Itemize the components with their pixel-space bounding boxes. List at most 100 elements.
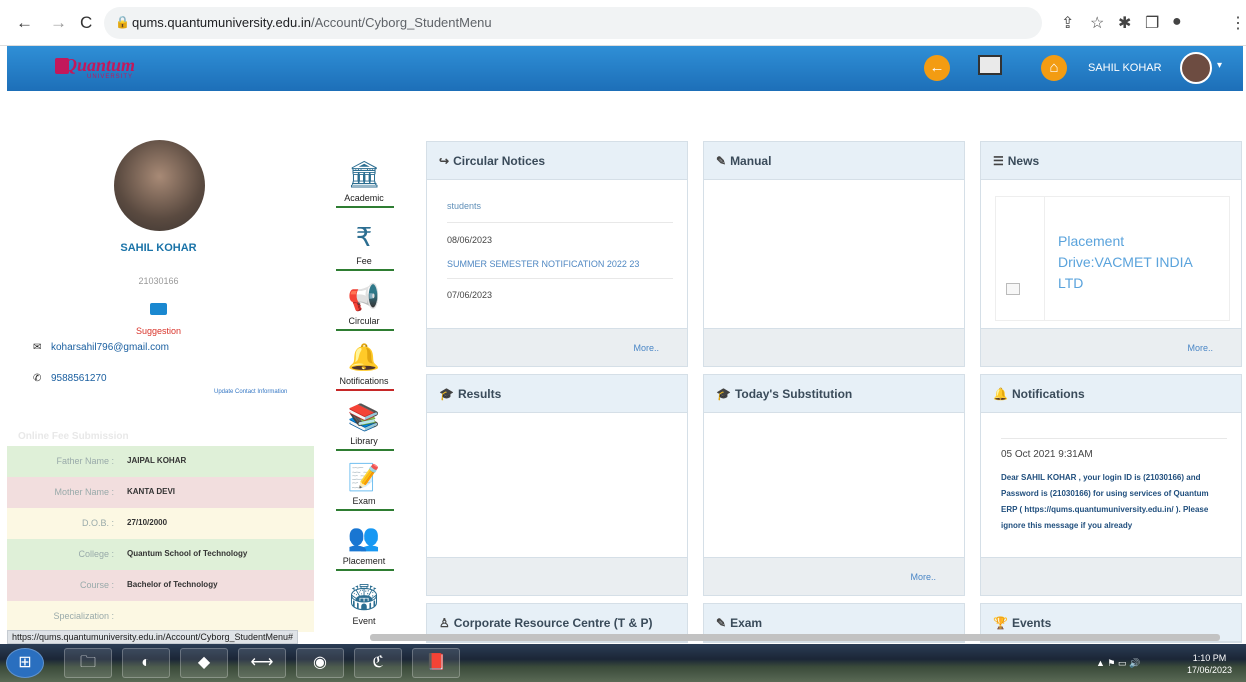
back-circle-icon[interactable]: ← — [924, 55, 950, 81]
panel-title: Events — [1011, 616, 1052, 630]
circular-date: 08/06/2023 — [447, 235, 493, 245]
browser-toolbar: ← → C 🔒 qums.quantumuniversity.edu.in/Ac… — [0, 0, 1246, 46]
contact-email: ✉ koharsahil796@gmail.com — [33, 342, 169, 353]
more-link[interactable]: More.. — [910, 572, 936, 582]
profile-photo — [114, 140, 205, 231]
panel-footer: More.. — [981, 328, 1241, 366]
trophy-icon: 🏆 — [993, 616, 1008, 630]
menu-exam[interactable]: 📝 Exam — [336, 460, 394, 511]
header-username[interactable]: SAHIL KOHAR — [1088, 62, 1162, 74]
results-panel: 🎓 Results — [426, 374, 688, 596]
profile-row: Specialization : — [7, 601, 314, 632]
panel-title: Corporate Resource Centre (T & P) — [453, 616, 653, 630]
panel-footer: More.. — [427, 328, 687, 366]
phone-value: 9588561270 — [51, 373, 107, 384]
panel-footer — [427, 557, 687, 595]
profile-row-label: Mother Name : — [54, 487, 114, 497]
menu-label: Placement — [342, 556, 386, 566]
menu-dots-icon[interactable]: ⋮ — [1230, 13, 1246, 33]
menu-library[interactable]: 📚 Library — [336, 400, 394, 451]
logo[interactable]: Quantum — [64, 55, 135, 76]
anydesk-icon[interactable]: ◆ — [180, 648, 228, 678]
panel-title: Manual — [730, 154, 772, 168]
back-arrow-icon[interactable]: ← — [16, 13, 33, 33]
menu-placement[interactable]: 👥 Placement — [336, 520, 394, 571]
file-explorer-icon[interactable]: 🗀 — [64, 648, 112, 678]
profile-row-value: 27/10/2000 — [127, 518, 168, 527]
suggestion-link[interactable]: Suggestion — [106, 326, 211, 336]
panel-header: ↪ Circular Notices — [427, 142, 687, 180]
user-tie-icon: ♙ — [439, 616, 450, 630]
envelope-icon[interactable] — [150, 303, 167, 315]
extensions-icon[interactable]: ✱ — [1118, 13, 1131, 33]
more-link[interactable]: More.. — [1187, 343, 1213, 353]
profile-row-label: Father Name : — [56, 456, 114, 466]
circular-item[interactable]: SUMMER SEMESTER NOTIFICATION 2022 23 — [447, 259, 639, 269]
list-icon: ☰ — [993, 154, 1004, 168]
online-fee-link[interactable]: Online Fee Submission — [18, 431, 129, 442]
substitution-panel: 🎓 Today's Substitution More.. — [703, 374, 965, 596]
profile-name: SAHIL KOHAR — [120, 242, 197, 254]
start-button[interactable]: ⊞ — [6, 648, 44, 678]
exam-icon: 📝 — [347, 461, 381, 492]
chrome-icon[interactable]: ◉ — [296, 648, 344, 678]
email-icon: ✉ — [33, 342, 42, 353]
edge-icon[interactable]: ◐ — [122, 648, 170, 678]
menu-event[interactable]: 🏟 Event — [336, 580, 392, 627]
menu-label: Exam — [352, 496, 376, 506]
star-icon[interactable]: ☆ — [1090, 13, 1104, 33]
profile-row: Father Name : JAIPAL KOHAR — [7, 446, 314, 477]
panel-header: 🎓 Results — [427, 375, 687, 413]
reload-icon[interactable]: C — [80, 13, 92, 33]
panel-header: ☰ News — [981, 142, 1241, 180]
forward-arrow-icon[interactable]: → — [50, 13, 67, 33]
panel-title: Circular Notices — [453, 154, 546, 168]
divider — [447, 278, 673, 279]
menu-underline — [336, 329, 394, 331]
horizontal-scrollbar[interactable] — [370, 634, 1220, 641]
edit-icon: ✎ — [716, 154, 727, 168]
divider — [447, 222, 673, 223]
app-c-icon[interactable]: ℭ — [354, 648, 402, 678]
menu-fee[interactable]: ₹ Fee — [336, 220, 394, 271]
teamviewer-icon[interactable]: ⟷ — [238, 648, 286, 678]
menu-notifications[interactable]: 🔔 Notifications — [336, 340, 394, 391]
user-avatar[interactable] — [1180, 52, 1212, 84]
tab-search-icon[interactable]: ❐ — [1145, 13, 1159, 33]
more-link[interactable]: More.. — [633, 343, 659, 353]
news-item[interactable]: Placement Drive:VACMET INDIA LTD — [1058, 231, 1218, 294]
tray-icons[interactable]: ▲ ⚑ ▭ 🔊 — [1096, 658, 1140, 669]
menu-underline — [336, 509, 394, 511]
profile-row-value: Quantum School of Technology — [127, 549, 248, 558]
monitor-icon[interactable] — [978, 55, 1002, 75]
profile-row-label: D.O.B. : — [81, 518, 114, 528]
edit-icon: ✎ — [716, 616, 727, 630]
menu-label: Fee — [356, 256, 372, 266]
divider — [1001, 438, 1227, 439]
address-bar[interactable]: 🔒 qums.quantumuniversity.edu.in/Account/… — [104, 7, 1042, 39]
menu-label: Library — [350, 436, 378, 446]
update-contact-link[interactable]: Update Contact Information — [214, 389, 287, 395]
clock[interactable]: 1:10 PM 17/06/2023 — [1187, 652, 1232, 676]
menu-label: Notifications — [339, 376, 389, 386]
panel-title: Notifications — [1011, 387, 1085, 401]
circular-item[interactable]: students — [447, 201, 481, 211]
notification-date: 05 Oct 2021 9:31AM — [1001, 449, 1093, 460]
book-icon[interactable]: 📕 — [412, 648, 460, 678]
chevron-down-icon[interactable]: ▾ — [1217, 60, 1222, 71]
panel-header: 🎓 Today's Substitution — [704, 375, 964, 413]
menu-circular[interactable]: 📢 Circular — [336, 280, 394, 331]
menu-academic[interactable]: 🏛 Academic — [336, 157, 394, 208]
library-icon: 📚 — [347, 401, 381, 432]
profile-row-value: Bachelor of Technology — [127, 580, 218, 589]
profile-row: Course : Bachelor of Technology — [7, 570, 314, 601]
share-icon[interactable]: ⇪ — [1061, 13, 1074, 33]
profile-avatar-icon[interactable]: ● — [1172, 13, 1182, 31]
graduation-cap-icon: 🎓 — [716, 387, 731, 401]
home-icon[interactable]: ⌂ — [1041, 55, 1067, 81]
menu-underline — [336, 269, 394, 271]
divider — [1044, 197, 1045, 320]
notifications-panel: 🔔 Notifications 05 Oct 2021 9:31AM Dear S… — [980, 374, 1242, 596]
profile-row-label: Course : — [79, 580, 114, 590]
panel-title: News — [1007, 154, 1040, 168]
